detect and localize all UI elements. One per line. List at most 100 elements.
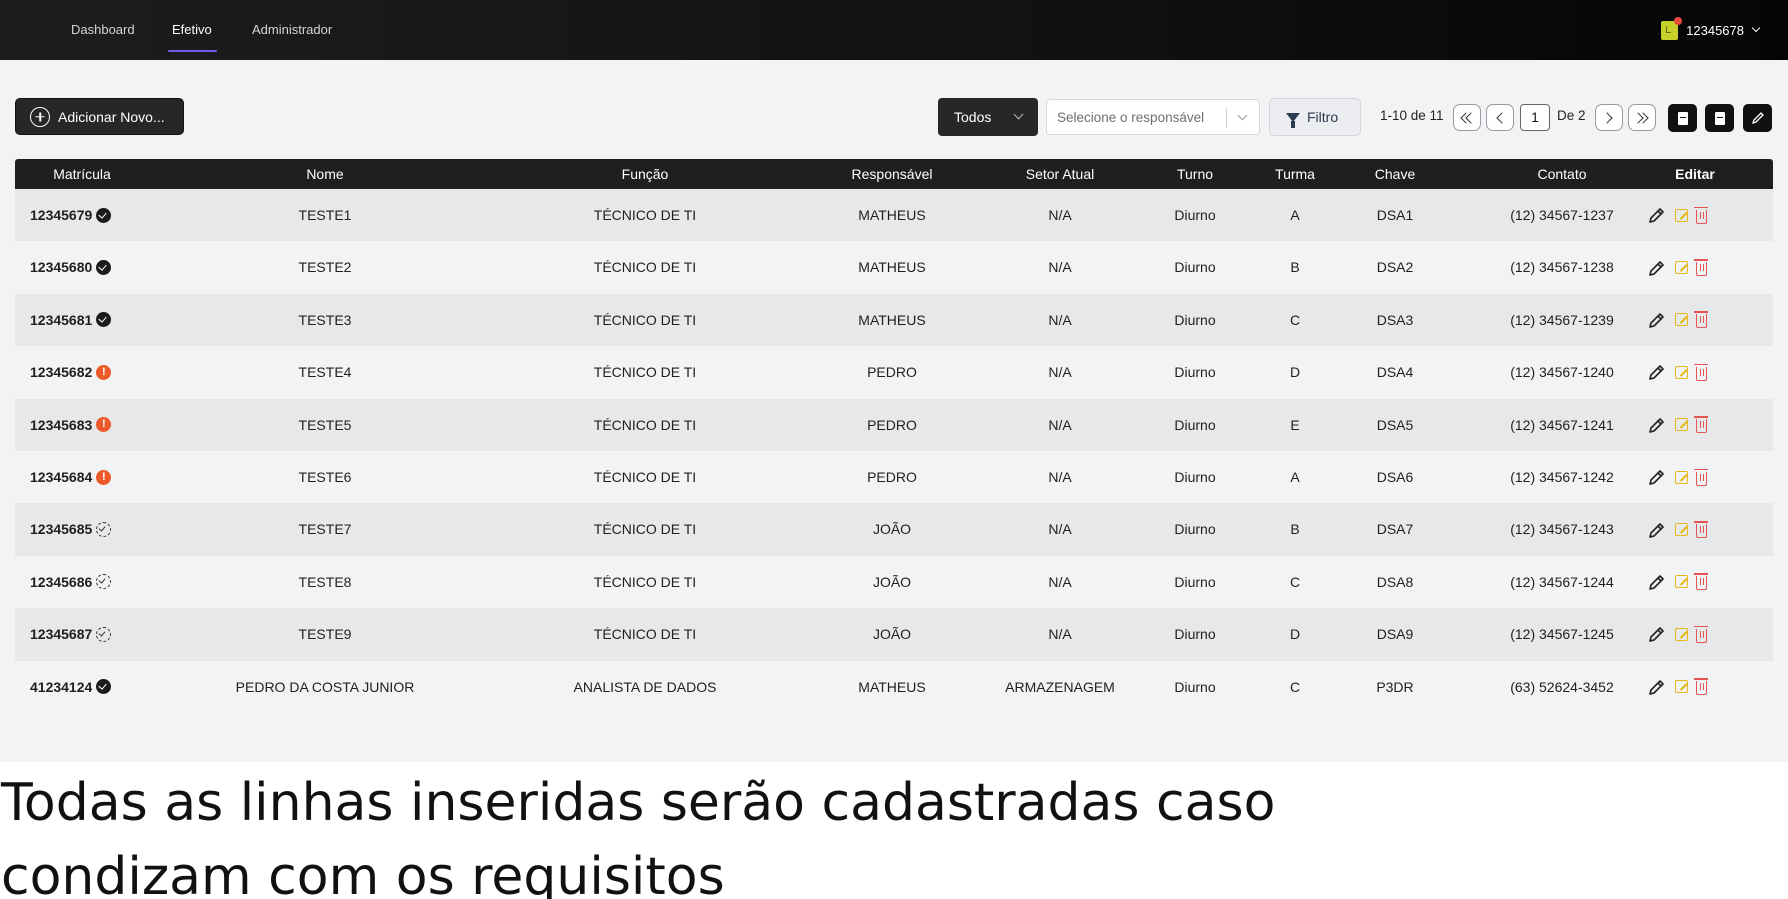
table-row[interactable]: 12345687 TESTE9 TÉCNICO DE TI JOÃO N/A Diurno… [15,608,1773,661]
cell-setor: N/A [1048,573,1072,590]
edit-square-icon[interactable] [1675,627,1688,641]
trash-icon[interactable] [1694,363,1708,381]
cell-funcao: TÉCNICO DE TI [593,416,697,433]
nav-efetivo[interactable]: Efetivo [172,0,212,56]
import-button[interactable] [1668,104,1697,132]
pencil-icon[interactable] [1647,258,1667,278]
add-new-button[interactable]: Adicionar Novo... [15,98,184,135]
trash-icon[interactable] [1694,311,1708,329]
export-button[interactable] [1705,104,1734,132]
table-row[interactable]: 12345682 TESTE4 TÉCNICO DE TI PEDRO N/A Diurn… [15,346,1773,399]
table-row[interactable]: 12345684 TESTE6 TÉCNICO DE TI PEDRO N/A Diurn… [15,450,1773,504]
edit-square-icon[interactable] [1675,418,1688,432]
edit-square-icon[interactable] [1675,365,1688,379]
table-row[interactable]: 12345686 TESTE8 TÉCNICO DE TI JOÃO N/A Diurno… [15,555,1773,609]
matricula-value: 12345681 [30,311,93,328]
pencil-icon[interactable] [1647,310,1667,330]
edit-square-icon[interactable] [1675,313,1688,327]
col-turma[interactable]: Turma [1255,159,1335,189]
cell-turma: C [1289,311,1301,328]
trash-icon[interactable] [1694,259,1708,277]
pencil-icon[interactable] [1647,205,1667,225]
cell-chave: DSA4 [1376,364,1414,381]
cell-contato: (63) 52624-3452 [1510,678,1614,695]
matricula-value: 12345684 [30,468,93,485]
filter-label: Filtro [1307,109,1339,125]
pencil-icon[interactable] [1647,572,1667,592]
add-new-label: Adicionar Novo... [58,108,165,125]
cell-turma: C [1289,678,1301,695]
pencil-icon[interactable] [1647,415,1667,435]
edit-square-icon[interactable] [1675,523,1688,537]
edit-square-icon[interactable] [1675,470,1688,484]
trash-icon[interactable] [1694,573,1708,591]
matricula-value: 12345685 [30,521,93,538]
pencil-icon[interactable] [1647,677,1667,697]
table-row[interactable]: 12345681 TESTE3 TÉCNICO DE TI MATHEUS N/A Diu… [15,293,1773,347]
trash-icon[interactable] [1694,206,1708,224]
nav-administrador[interactable]: Administrador [252,0,332,56]
col-chave[interactable]: Chave [1345,159,1445,189]
cell-matricula: 12345682 [30,346,112,398]
table-row[interactable]: 41234124 PEDRO DA COSTA JUNIOR ANALISTA DE… [15,660,1773,713]
nav-dashboard[interactable]: Dashboard [71,0,135,56]
next-page-button[interactable] [1595,104,1623,131]
verified-badge-icon [96,207,112,223]
user-menu[interactable]: 12345678 [1661,16,1762,42]
trash-icon[interactable] [1694,678,1708,696]
current-page-input[interactable]: 1 [1520,104,1550,131]
cell-turma: D [1289,364,1301,381]
cell-responsavel: JOÃO [872,521,912,538]
cell-responsavel: MATHEUS [858,259,926,276]
cell-nome: TESTE2 [298,259,352,276]
cell-funcao: TÉCNICO DE TI [593,207,697,223]
first-page-button[interactable] [1453,104,1481,131]
cell-chave: DSA2 [1376,259,1414,276]
cell-contato: (12) 34567-1244 [1510,573,1614,590]
col-turno[interactable]: Turno [1145,159,1245,189]
trash-icon[interactable] [1694,468,1708,486]
trash-icon[interactable] [1694,521,1708,539]
cell-contato: (12) 34567-1245 [1510,626,1614,643]
cell-nome: TESTE5 [298,416,352,433]
cell-contato: (12) 34567-1237 [1510,207,1614,223]
trash-icon[interactable] [1694,625,1708,643]
cell-turno: Diurno [1174,573,1216,590]
table-row[interactable]: 12345683 TESTE5 TÉCNICO DE TI PEDRO N/A Diurn… [15,398,1773,451]
cell-turma: A [1290,468,1300,485]
pencil-icon[interactable] [1647,362,1667,382]
col-funcao[interactable]: Função [515,159,775,189]
filter-button[interactable]: Filtro [1269,98,1361,136]
col-setor[interactable]: Setor Atual [980,159,1140,189]
table-row[interactable]: 12345679 TESTE1 TÉCNICO DE TI MATHEUS N/A Diu… [15,189,1773,242]
responsavel-select[interactable]: Selecione o responsável [1046,99,1260,135]
col-responsavel[interactable]: Responsável [812,159,972,189]
last-page-button[interactable] [1628,104,1656,131]
col-matricula[interactable]: Matrícula [27,159,137,189]
edit-square-icon[interactable] [1675,680,1688,694]
warning-badge-icon [96,469,112,485]
row-actions [1647,346,1708,398]
pencil-icon[interactable] [1647,520,1667,540]
cell-setor: N/A [1048,311,1072,328]
status-select[interactable]: Todos [938,98,1038,136]
edit-square-icon[interactable] [1675,208,1688,222]
funnel-icon [1286,112,1300,128]
table-row[interactable]: 12345685 TESTE7 TÉCNICO DE TI JOÃO N/A Diurno… [15,503,1773,556]
cell-turno: Diurno [1174,259,1216,276]
bulk-edit-button[interactable] [1743,104,1772,132]
prev-page-button[interactable] [1486,104,1514,131]
pencil-icon[interactable] [1647,624,1667,644]
edit-square-icon[interactable] [1675,575,1688,589]
col-nome[interactable]: Nome [215,159,435,189]
edit-square-icon[interactable] [1675,261,1688,275]
cell-chave: P3DR [1376,678,1414,695]
table-row[interactable]: 12345680 TESTE2 TÉCNICO DE TI MATHEUS N/A Diu… [15,241,1773,294]
cell-matricula: 12345687 [30,608,112,660]
cell-responsavel: MATHEUS [858,311,926,328]
trash-icon[interactable] [1694,416,1708,434]
select-divider [1226,108,1227,128]
pencil-icon[interactable] [1647,467,1667,487]
row-actions [1647,399,1708,451]
col-contato[interactable]: Contato [1462,159,1662,189]
